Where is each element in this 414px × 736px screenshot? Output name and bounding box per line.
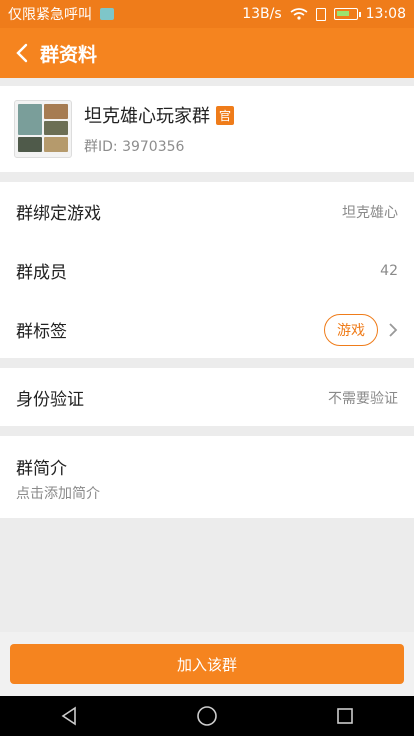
- chevron-right-icon: [388, 322, 398, 338]
- members-label: 群成员: [16, 263, 67, 283]
- carrier-text: 仅限紧急呼叫: [8, 7, 92, 23]
- sim-icon: [315, 7, 326, 21]
- nav-back-icon[interactable]: [49, 696, 89, 736]
- members-row[interactable]: 群成员 42: [0, 241, 414, 300]
- nav-home-icon[interactable]: [187, 696, 227, 736]
- clock: 13:08: [365, 6, 406, 22]
- verification-label: 身份验证: [16, 390, 84, 410]
- join-footer: 加入该群: [0, 632, 414, 696]
- status-right: 13B/s 13:08: [242, 6, 406, 22]
- group-avatar: [14, 100, 72, 158]
- tags-row[interactable]: 群标签 游戏: [0, 300, 414, 359]
- nav-recent-icon[interactable]: [325, 696, 365, 736]
- group-info: 坦克雄心玩家群 官 群ID: 3970356: [84, 102, 235, 156]
- bound-game-row[interactable]: 群绑定游戏 坦克雄心: [0, 182, 414, 241]
- page-title: 群资料: [40, 43, 98, 66]
- tag-pill[interactable]: 游戏: [324, 313, 378, 346]
- wifi-icon: [290, 8, 308, 20]
- app-bar: 群资料: [0, 28, 414, 78]
- join-group-button[interactable]: 加入该群: [10, 644, 404, 684]
- group-name: 坦克雄心玩家群: [84, 106, 210, 127]
- back-icon[interactable]: [12, 41, 32, 65]
- group-info-list: 群绑定游戏 坦克雄心 群成员 42 群标签 游戏: [0, 182, 414, 358]
- official-badge: 官: [216, 105, 235, 125]
- group-name-line: 坦克雄心玩家群 官: [84, 102, 235, 128]
- network-speed: 13B/s: [242, 6, 282, 22]
- bound-game-label: 群绑定游戏: [16, 204, 101, 224]
- verification-section: 身份验证 不需要验证: [0, 368, 414, 426]
- intro-title: 群简介: [16, 459, 67, 479]
- status-left: 仅限紧急呼叫: [8, 4, 242, 24]
- status-bar: 仅限紧急呼叫 13B/s 13:08: [0, 0, 414, 28]
- intro-hint: 点击添加简介: [16, 486, 100, 502]
- group-intro[interactable]: 群简介 点击添加简介: [0, 436, 414, 518]
- system-nav-bar: [0, 696, 414, 736]
- group-header: 坦克雄心玩家群 官 群ID: 3970356: [0, 86, 414, 172]
- notification-image-icon: [100, 8, 114, 20]
- members-count: 42: [380, 262, 398, 279]
- tags-label: 群标签: [16, 322, 67, 342]
- battery-icon: [333, 8, 361, 20]
- group-id: 群ID: 3970356: [84, 139, 185, 155]
- bound-game-value: 坦克雄心: [342, 204, 398, 221]
- verification-value: 不需要验证: [328, 390, 398, 407]
- verification-row[interactable]: 身份验证 不需要验证: [0, 368, 414, 427]
